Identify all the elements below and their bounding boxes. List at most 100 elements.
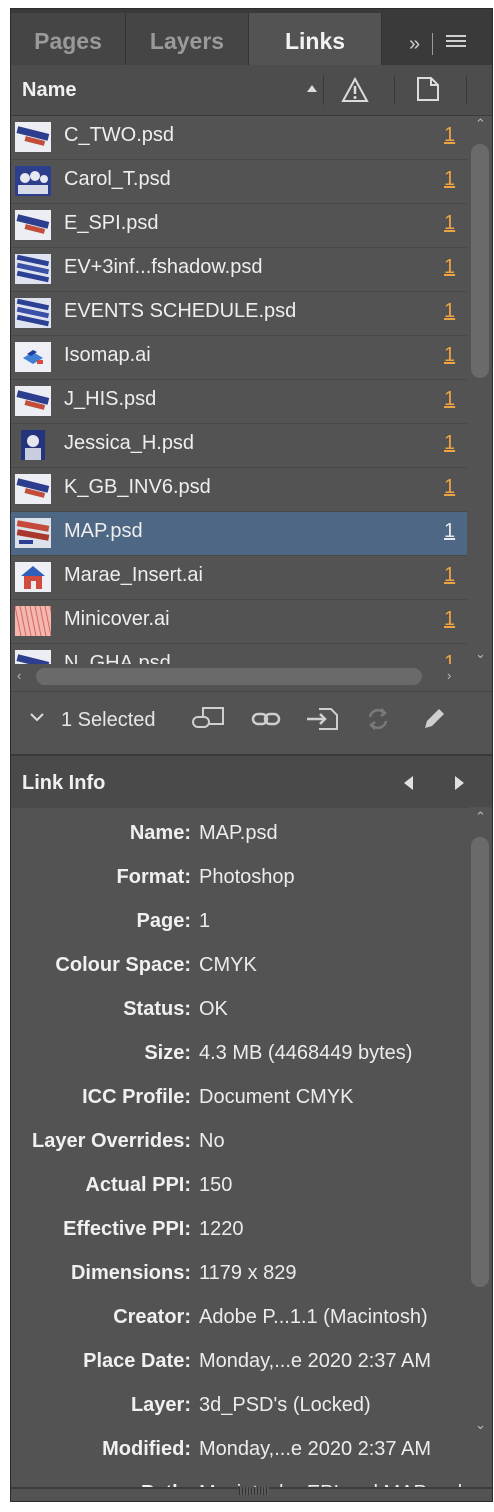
link-info-row: Page: 1 (11, 901, 467, 945)
link-row[interactable]: Carol_T.psd 1 (11, 160, 467, 204)
link-info-row: Actual PPI: 150 (11, 1165, 467, 1209)
link-file-name: E_SPI.psd (64, 212, 159, 234)
link-page-number[interactable]: 1 (444, 564, 455, 587)
link-page-number[interactable]: 1 (444, 476, 455, 499)
links-horizontal-scrollbar[interactable]: ‹ › (11, 665, 467, 689)
link-row[interactable]: N_GHA.psd 1 (11, 644, 467, 664)
relink-from-folder-icon[interactable] (189, 706, 224, 732)
link-file-name: Carol_T.psd (64, 168, 171, 190)
link-info-label: Creator: (113, 1306, 191, 1328)
link-info-row: Format: Photoshop (11, 857, 467, 901)
link-row[interactable]: K_GB_INV6.psd 1 (11, 468, 467, 512)
link-info-row: Dimensions: 1179 x 829 (11, 1253, 467, 1297)
scroll-up-icon[interactable]: ⌃ (475, 116, 486, 132)
link-page-number[interactable]: 1 (444, 168, 455, 191)
tab-layers[interactable]: Layers (126, 13, 249, 65)
column-header: Name (11, 65, 492, 116)
link-row[interactable]: E_SPI.psd 1 (11, 204, 467, 248)
edit-original-icon[interactable] (421, 706, 451, 732)
divider (432, 33, 434, 55)
link-info-value: 3d_PSD's (Locked) (199, 1394, 371, 1416)
tab-pages[interactable]: Pages (11, 13, 126, 65)
relink-icon[interactable] (251, 706, 281, 732)
link-info-value: CMYK (199, 954, 257, 976)
link-row[interactable]: EV+3inf...fshadow.psd 1 (11, 248, 467, 292)
divider (394, 75, 395, 105)
scroll-left-icon[interactable]: ‹ (17, 668, 21, 683)
link-info-value: 1179 x 829 (199, 1262, 297, 1284)
status-column-warning-icon[interactable] (341, 76, 369, 108)
link-info-value: Adobe P...1.1 (Macintosh) (199, 1306, 428, 1328)
page-column-icon[interactable] (416, 76, 440, 107)
link-file-name: EVENTS SCHEDULE.psd (64, 300, 297, 322)
link-page-number[interactable]: 1 (444, 300, 455, 323)
name-column-header[interactable]: Name (22, 79, 76, 102)
link-info-label: Place Date: (83, 1350, 191, 1372)
link-row[interactable]: MAP.psd 1 (11, 512, 467, 556)
link-thumbnail (15, 430, 51, 460)
link-info-value: 1220 (199, 1218, 244, 1240)
link-file-name: MAP.psd (64, 520, 143, 542)
link-info-row: Size: 4.3 MB (4468449 bytes) (11, 1033, 467, 1077)
link-thumbnail (15, 210, 51, 240)
link-row[interactable]: J_HIS.psd 1 (11, 380, 467, 424)
link-page-number[interactable]: 1 (444, 652, 455, 664)
link-row[interactable]: Isomap.ai 1 (11, 336, 467, 380)
link-info-label: Name: (129, 822, 191, 844)
tab-links[interactable]: Links (249, 13, 382, 65)
scrollbar-thumb[interactable] (36, 668, 422, 685)
link-thumbnail (15, 166, 51, 196)
next-link-icon[interactable] (455, 776, 464, 790)
link-info-header: Link Info (11, 754, 492, 808)
link-info-row: Layer Overrides: No (11, 1121, 467, 1165)
sort-ascending-icon[interactable] (307, 85, 317, 92)
link-page-number[interactable]: 1 (444, 344, 455, 367)
resize-grip-icon[interactable] (239, 1487, 269, 1495)
link-file-name: Minicover.ai (64, 608, 170, 630)
link-info-title: Link Info (22, 772, 106, 794)
link-page-number[interactable]: 1 (444, 520, 455, 543)
link-info-label: Modified: (102, 1438, 191, 1460)
link-row[interactable]: Minicover.ai 1 (11, 600, 467, 644)
link-file-name: Isomap.ai (64, 344, 151, 366)
info-vertical-scrollbar[interactable]: ⌃ ⌄ (469, 807, 491, 1487)
link-page-number[interactable]: 1 (444, 256, 455, 279)
link-info-value: 150 (199, 1174, 233, 1196)
link-row[interactable]: EVENTS SCHEDULE.psd 1 (11, 292, 467, 336)
previous-link-icon[interactable] (404, 776, 413, 790)
link-row[interactable]: Marae_Insert.ai 1 (11, 556, 467, 600)
link-page-number[interactable]: 1 (444, 212, 455, 235)
link-info-row: Colour Space: CMYK (11, 945, 467, 989)
link-info-value: OK (199, 998, 228, 1020)
link-info-row: Status: OK (11, 989, 467, 1033)
link-row[interactable]: Jessica_H.psd 1 (11, 424, 467, 468)
scrollbar-thumb[interactable] (471, 837, 489, 1287)
link-info-row: ICC Profile: Document CMYK (11, 1077, 467, 1121)
link-page-number[interactable]: 1 (444, 388, 455, 411)
scroll-right-icon[interactable]: › (447, 668, 451, 683)
scroll-down-icon[interactable]: ⌄ (475, 646, 486, 662)
scrollbar-thumb[interactable] (471, 144, 489, 378)
scroll-down-icon[interactable]: ⌄ (475, 1417, 486, 1433)
links-panel: Pages Layers Links » Name C_TWO.psd 1 Caro… (10, 8, 493, 1502)
link-info-row: Path:Macintosh...EPI and MAP.psd (11, 1473, 467, 1487)
link-page-number[interactable]: 1 (444, 124, 455, 147)
link-thumbnail (15, 386, 51, 416)
link-thumbnail (15, 342, 51, 372)
link-info-value: Monday,...e 2020 2:37 AM (199, 1350, 432, 1372)
go-to-link-icon[interactable] (305, 706, 338, 732)
chevron-down-icon[interactable] (29, 710, 45, 729)
link-page-number[interactable]: 1 (444, 608, 455, 631)
link-info-value: No (199, 1130, 225, 1152)
collapse-panel-icon[interactable]: » (409, 33, 420, 56)
link-info-label: Dimensions: (70, 1262, 191, 1284)
link-info-value: 4.3 MB (4468449 bytes) (199, 1042, 413, 1064)
link-row[interactable]: C_TWO.psd 1 (11, 116, 467, 160)
tab-bar: Pages Layers Links » (11, 9, 492, 65)
scroll-up-icon[interactable]: ⌃ (475, 809, 486, 825)
update-link-icon[interactable] (365, 706, 395, 732)
link-page-number[interactable]: 1 (444, 432, 455, 455)
panel-menu-icon[interactable] (445, 32, 467, 56)
links-vertical-scrollbar[interactable]: ⌃ ⌄ (469, 116, 491, 664)
link-info-row: Creator: Adobe P...1.1 (Macintosh) (11, 1297, 467, 1341)
